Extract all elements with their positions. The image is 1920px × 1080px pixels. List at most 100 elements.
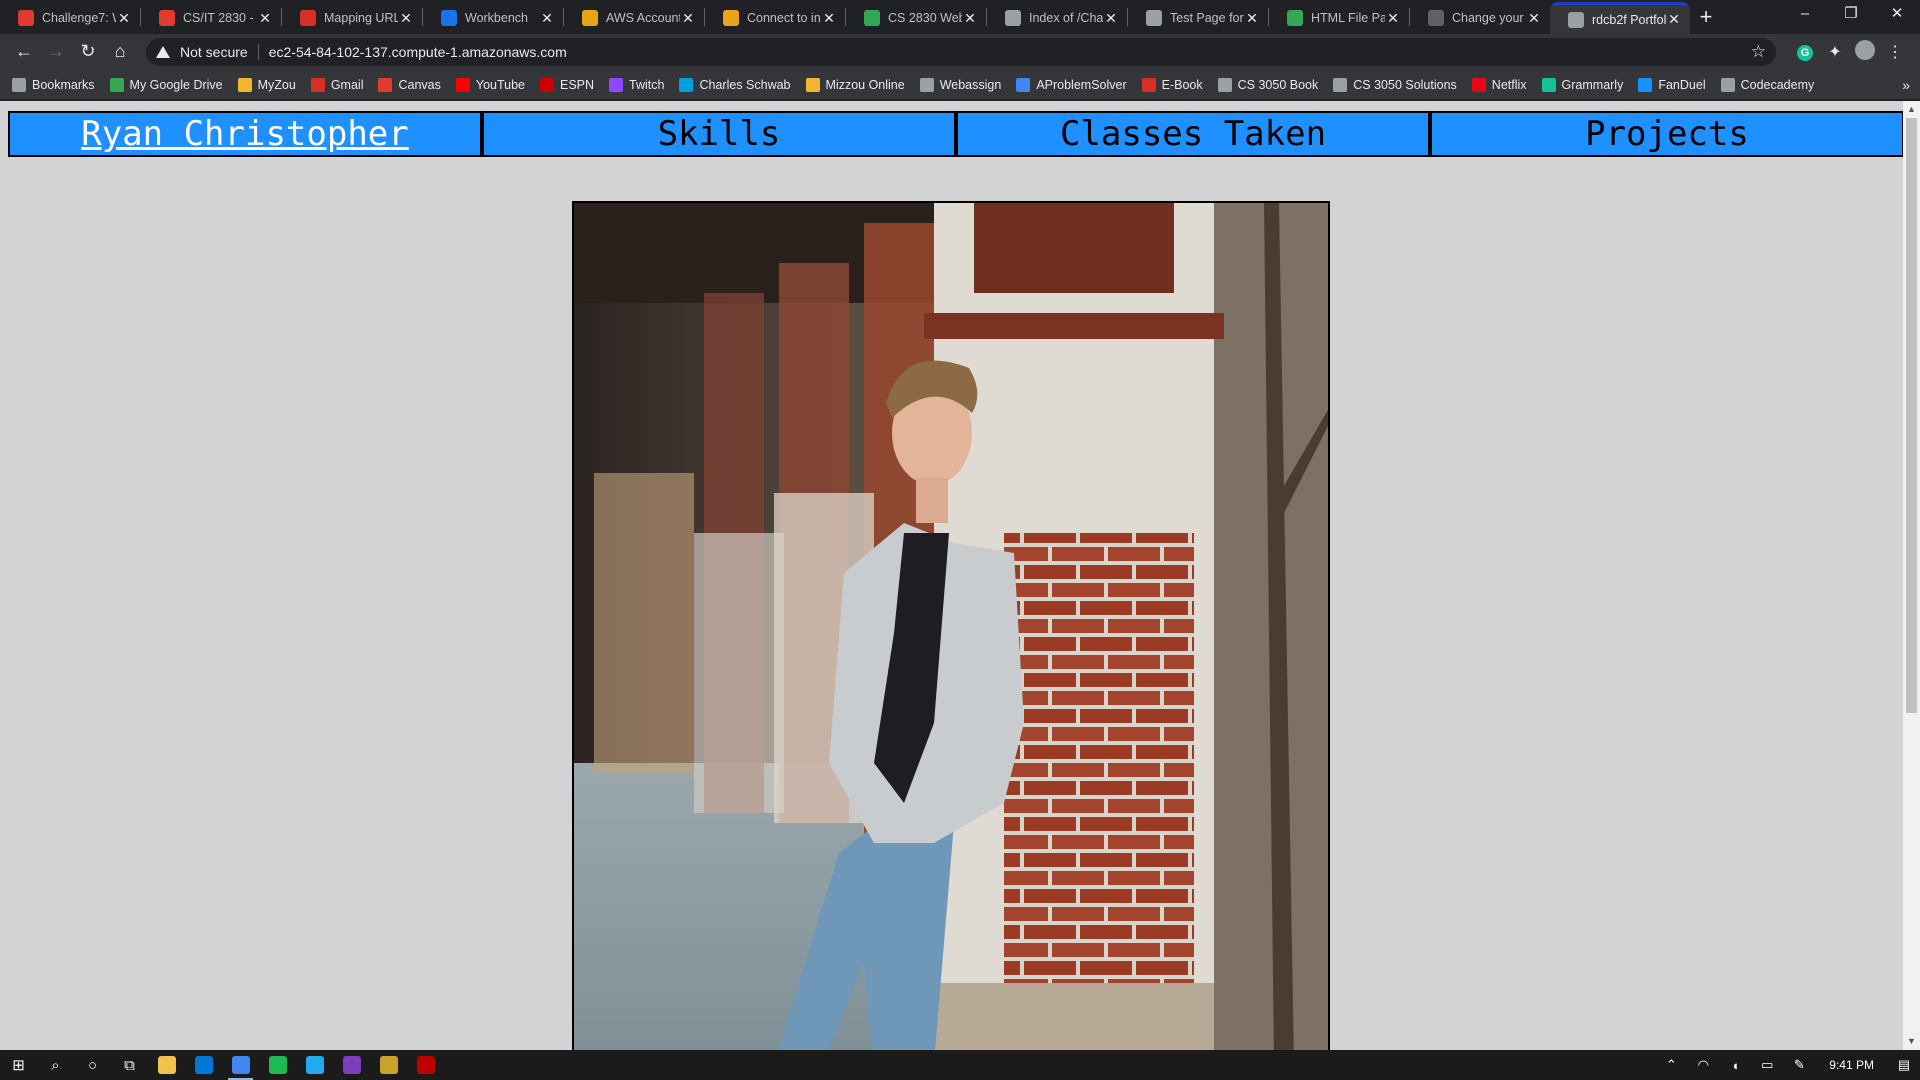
tab-close-icon[interactable]: ✕ xyxy=(539,10,555,27)
schwab-icon xyxy=(679,77,694,92)
tab-close-icon[interactable]: ✕ xyxy=(1103,10,1119,27)
bookmark-item[interactable]: ESPN xyxy=(540,77,594,92)
bookmark-label: Bookmarks xyxy=(32,77,95,92)
restore-button[interactable]: ❐ xyxy=(1828,0,1874,30)
filezilla-icon[interactable] xyxy=(407,1050,444,1080)
bookmark-label: Twitch xyxy=(629,77,665,92)
scroll-thumb[interactable] xyxy=(1906,118,1917,713)
browser-tab[interactable]: AWS Account ✕ xyxy=(564,2,704,34)
bookmarks-overflow-button[interactable]: » xyxy=(1902,77,1910,93)
url-text[interactable]: ec2-54-84-102-137.compute-1.amazonaws.co… xyxy=(269,44,1751,60)
tab-close-icon[interactable]: ✕ xyxy=(398,10,414,27)
bookmark-item[interactable]: Canvas xyxy=(378,77,441,92)
browser-tab[interactable]: Connect to ins ✕ xyxy=(705,2,845,34)
tray-overflow-icon[interactable]: ⌃ xyxy=(1655,1057,1687,1073)
tab-close-icon[interactable]: ✕ xyxy=(1385,10,1401,27)
bookmark-item[interactable]: CS 3050 Solutions xyxy=(1333,77,1457,92)
browser-tab[interactable]: Change your ✕ xyxy=(1410,2,1550,34)
bookmark-item[interactable]: Charles Schwab xyxy=(679,77,791,92)
tab-title: AWS Account xyxy=(606,11,680,25)
bookmark-item[interactable]: CS 3050 Book xyxy=(1217,77,1318,92)
bookmark-item[interactable]: Twitch xyxy=(609,77,665,92)
tab-close-icon[interactable]: ✕ xyxy=(962,10,978,27)
browser-tab[interactable]: HTML File Pat ✕ xyxy=(1269,2,1409,34)
tab-close-icon[interactable]: ✕ xyxy=(821,10,837,27)
volume-icon[interactable]: ◖ xyxy=(1719,1058,1751,1073)
bookmark-item[interactable]: MyZou xyxy=(237,77,296,92)
browser-tab[interactable]: Workbench ✕ xyxy=(423,2,563,34)
new-tab-button[interactable]: + xyxy=(1690,2,1722,34)
browser-tab[interactable]: CS 2830 Web ✕ xyxy=(846,2,986,34)
file-explorer-icon[interactable] xyxy=(148,1050,185,1080)
browser-tab[interactable]: Challenge7: W ✕ xyxy=(0,2,140,34)
browser-tab[interactable]: rdcb2f Portfoli ✕ xyxy=(1550,2,1690,34)
mail-icon[interactable] xyxy=(185,1050,222,1080)
tab-close-icon[interactable]: ✕ xyxy=(116,10,132,27)
bookmark-item[interactable]: Webassign xyxy=(919,77,1001,92)
bookmark-label: Mizzou Online xyxy=(825,77,905,92)
taskbar-clock[interactable]: 9:41 PM xyxy=(1815,1058,1888,1072)
nav-item-skills[interactable]: Skills xyxy=(484,113,954,155)
git-icon[interactable] xyxy=(370,1050,407,1080)
tab-close-icon[interactable]: ✕ xyxy=(257,10,273,27)
minimize-button[interactable]: – xyxy=(1782,0,1828,30)
bookmark-item[interactable]: Netflix xyxy=(1471,77,1527,92)
bookmark-item[interactable]: Grammarly xyxy=(1541,77,1624,92)
battery-icon[interactable]: ▭ xyxy=(1751,1057,1783,1073)
tab-close-icon[interactable]: ✕ xyxy=(1526,10,1542,27)
home-button[interactable]: ⌂ xyxy=(104,36,136,68)
browser-tab[interactable]: CS/IT 2830 - C✕ xyxy=(141,2,281,34)
pen-icon[interactable]: ✎ xyxy=(1783,1057,1815,1073)
bookmark-item[interactable]: Gmail xyxy=(310,77,363,92)
scroll-up-arrow-icon[interactable]: ▲ xyxy=(1903,101,1920,118)
tab-title: CS 2830 Web xyxy=(888,11,962,25)
vscode-glyph xyxy=(305,1056,324,1074)
bookmark-item[interactable]: Mizzou Online xyxy=(805,77,905,92)
bookmark-item[interactable]: E-Book xyxy=(1141,77,1203,92)
task-view-icon[interactable]: ⧉ xyxy=(111,1050,148,1080)
chrome-icon[interactable] xyxy=(222,1050,259,1080)
tab-close-icon[interactable]: ✕ xyxy=(1244,10,1260,27)
cortana-icon[interactable]: ○ xyxy=(74,1050,111,1080)
bookmark-item[interactable]: YouTube xyxy=(455,77,525,92)
tab-close-icon[interactable]: ✕ xyxy=(680,10,696,27)
bookmark-label: Grammarly xyxy=(1561,77,1624,92)
notifications-icon[interactable]: ▤ xyxy=(1888,1057,1920,1073)
back-button[interactable]: ← xyxy=(8,36,40,68)
page-scrollbar[interactable]: ▲ ▼ xyxy=(1903,101,1920,1050)
tab-close-icon[interactable]: ✕ xyxy=(1666,11,1682,28)
windows-start-icon[interactable]: ⊞ xyxy=(0,1050,37,1080)
tab-title: Index of /Chal xyxy=(1029,11,1103,25)
profile-avatar[interactable] xyxy=(1850,39,1880,65)
bookmark-item[interactable]: AProblemSolver xyxy=(1016,77,1127,92)
aws-icon xyxy=(723,10,739,26)
network-icon[interactable]: ◠ xyxy=(1687,1057,1719,1073)
browser-tab[interactable]: Mapping URLs✕ xyxy=(282,2,422,34)
scroll-down-arrow-icon[interactable]: ▼ xyxy=(1903,1033,1920,1050)
spotify-icon[interactable] xyxy=(259,1050,296,1080)
app-purple-icon[interactable] xyxy=(333,1050,370,1080)
bookmark-star-icon[interactable]: ☆ xyxy=(1751,42,1766,62)
bookmark-item[interactable]: Bookmarks xyxy=(12,77,95,92)
globe-icon xyxy=(1005,10,1021,26)
nav-item-ryan-christopher[interactable]: Ryan Christopher xyxy=(10,113,480,155)
address-bar[interactable]: Not secure ec2-54-84-102-137.compute-1.a… xyxy=(146,38,1776,66)
close-window-button[interactable]: ✕ xyxy=(1874,0,1920,30)
drive-icon xyxy=(109,77,124,92)
browser-tab[interactable]: Test Page for ✕ xyxy=(1128,2,1268,34)
search-icon[interactable]: ⌕ xyxy=(37,1050,74,1080)
vscode-icon[interactable] xyxy=(296,1050,333,1080)
extensions-icon[interactable]: ✦ xyxy=(1820,42,1850,62)
nav-item-projects[interactable]: Projects xyxy=(1432,113,1902,155)
grammarly-extension-icon[interactable]: G xyxy=(1790,43,1820,61)
nav-item-classes-taken[interactable]: Classes Taken xyxy=(958,113,1428,155)
twitch-icon xyxy=(609,77,624,92)
browser-tab[interactable]: Index of /Chal ✕ xyxy=(987,2,1127,34)
reload-button[interactable]: ↻ xyxy=(72,36,104,68)
tab-strip: Challenge7: W✕CS/IT 2830 - C✕Mapping URL… xyxy=(0,0,1920,34)
bookmark-item[interactable]: My Google Drive xyxy=(109,77,223,92)
forward-button[interactable]: → xyxy=(40,36,72,68)
bookmark-item[interactable]: Codecademy xyxy=(1720,77,1814,92)
bookmark-item[interactable]: FanDuel xyxy=(1638,77,1706,92)
menu-kebab-icon[interactable]: ⋮ xyxy=(1880,42,1910,62)
